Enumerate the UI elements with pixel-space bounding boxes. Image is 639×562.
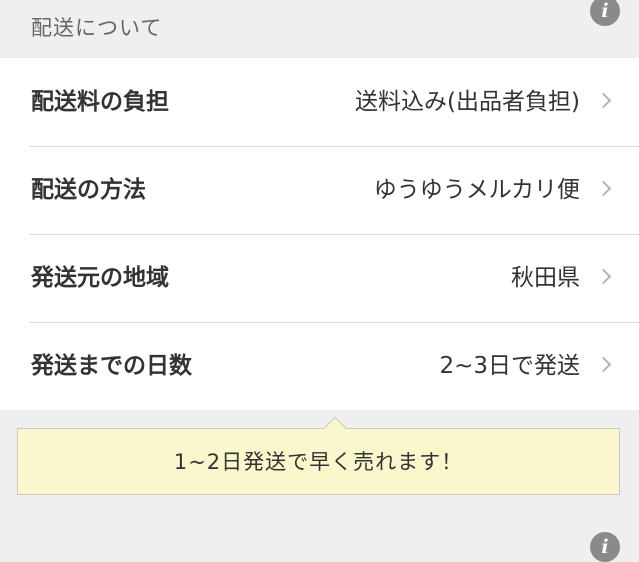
row-label: 発送元の地域 (31, 265, 169, 291)
row-shipping-method[interactable]: 配送の方法 ゆうゆうメルカリ便 (0, 146, 639, 234)
chevron-right-icon (595, 268, 612, 285)
row-value: ゆうゆうメルカリ便 (373, 177, 580, 203)
chevron-right-icon (595, 92, 612, 109)
tip-text: 1~2日発送で早く売れます！ (173, 450, 464, 474)
row-value: 秋田県 (511, 265, 580, 291)
chevron-right-icon (595, 180, 612, 197)
chevron-right-icon (595, 356, 612, 373)
row-label: 配送料の負担 (31, 89, 169, 115)
shipping-section-header: 配送について i (0, 0, 639, 58)
info-icon[interactable]: i (590, 532, 620, 562)
info-icon[interactable]: i (590, 0, 620, 26)
row-label: 発送までの日数 (31, 353, 192, 379)
shipping-settings-list: 配送料の負担 送料込み(出品者負担) 配送の方法 ゆうゆうメルカリ便 発送元の地… (0, 58, 639, 410)
row-days-to-ship[interactable]: 発送までの日数 2~3日で発送 (0, 322, 639, 410)
row-value: 送料込み(出品者負担) (355, 89, 580, 115)
section-title: 配送について (31, 16, 163, 40)
row-ship-from-region[interactable]: 発送元の地域 秋田県 (0, 234, 639, 322)
row-shipping-fee[interactable]: 配送料の負担 送料込み(出品者負担) (0, 58, 639, 146)
tip-balloon: 1~2日発送で早く売れます！ (17, 416, 620, 495)
row-value: 2~3日で発送 (439, 353, 580, 379)
row-label: 配送の方法 (31, 177, 146, 203)
